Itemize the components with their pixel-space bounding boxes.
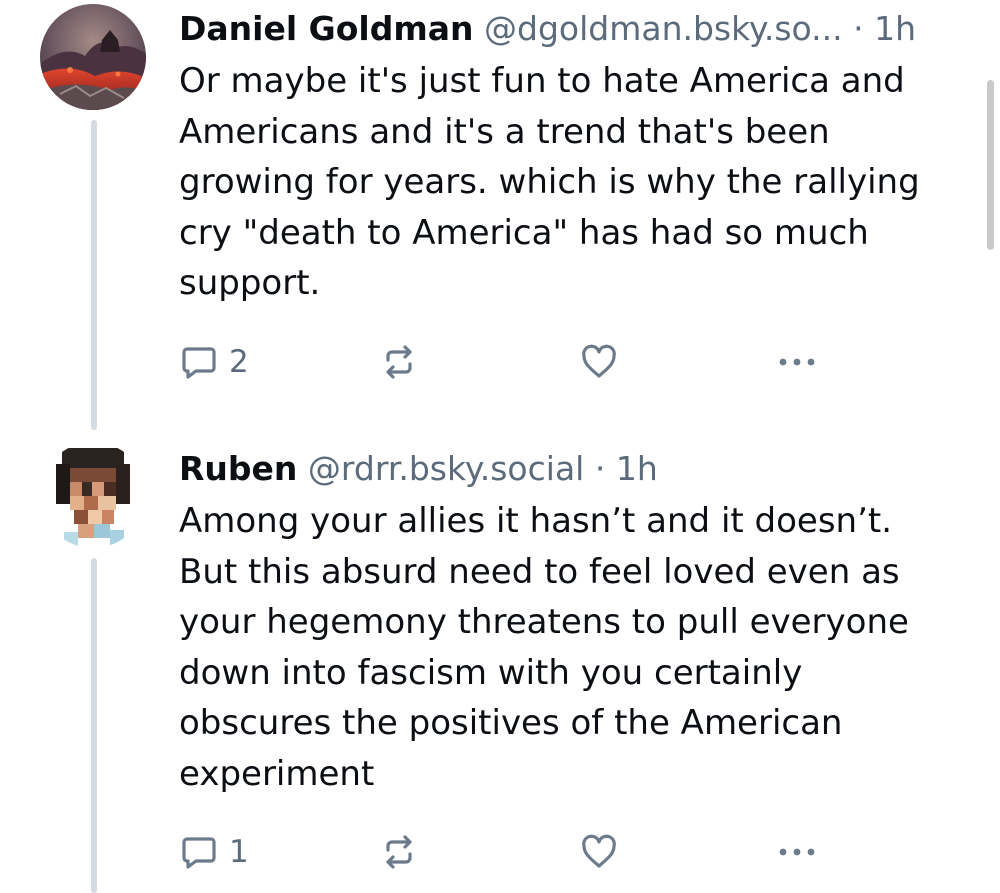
author-handle[interactable]: @rdrr.bsky.social — [308, 449, 584, 488]
thread-line — [91, 120, 97, 430]
author-handle[interactable]: @dgoldman.bsky.so... — [484, 9, 843, 48]
heart-icon — [582, 834, 616, 868]
post-header: Daniel Goldman @dgoldman.bsky.so... · 1h — [179, 4, 960, 54]
avatar[interactable] — [40, 442, 146, 548]
repost-icon — [386, 345, 412, 379]
reply-icon — [182, 837, 216, 869]
more-options-icon — [779, 358, 815, 366]
author-display-name[interactable]: Daniel Goldman — [179, 9, 474, 48]
post[interactable]: Ruben @rdrr.bsky.social · 1h Among your … — [0, 440, 1000, 893]
repost-button[interactable] — [379, 830, 419, 874]
pixelated-face-avatar-icon — [40, 442, 146, 548]
post-timestamp[interactable]: 1h — [874, 9, 916, 48]
post-actions: 1 — [179, 830, 839, 874]
post-timestamp[interactable]: 1h — [616, 449, 658, 488]
reply-count: 1 — [229, 834, 249, 870]
more-options-icon — [779, 848, 815, 856]
avatar[interactable] — [40, 4, 146, 110]
separator-dot: · — [853, 9, 864, 48]
more-options-button[interactable] — [775, 340, 819, 384]
separator-dot: · — [594, 449, 606, 488]
like-button[interactable] — [579, 340, 619, 384]
post-text: Or maybe it's just fun to hate America a… — [179, 61, 920, 303]
author-display-name[interactable]: Ruben — [179, 449, 297, 488]
post[interactable]: Daniel Goldman @dgoldman.bsky.so... · 1h… — [0, 0, 1000, 440]
more-options-button[interactable] — [775, 830, 819, 874]
reply-button[interactable]: 1 — [179, 830, 249, 874]
repost-icon — [386, 835, 412, 869]
post-thread: Daniel Goldman @dgoldman.bsky.so... · 1h… — [0, 0, 1000, 893]
reply-button[interactable]: 2 — [179, 340, 249, 384]
post-actions: 2 — [179, 340, 839, 384]
post-content: Daniel Goldman @dgoldman.bsky.so... · 1h… — [179, 4, 960, 309]
thread-line — [91, 558, 97, 893]
reply-icon — [182, 347, 216, 379]
post-header: Ruben @rdrr.bsky.social · 1h — [179, 444, 960, 494]
post-content: Ruben @rdrr.bsky.social · 1h Among your … — [179, 444, 960, 799]
scrollbar[interactable] — [987, 80, 994, 250]
volcano-landscape-avatar-icon — [40, 4, 146, 110]
reply-count: 2 — [229, 344, 249, 380]
like-button[interactable] — [579, 830, 619, 874]
heart-icon — [582, 344, 616, 378]
repost-button[interactable] — [379, 340, 419, 384]
post-text: Among your allies it hasn’t and it doesn… — [179, 501, 909, 794]
